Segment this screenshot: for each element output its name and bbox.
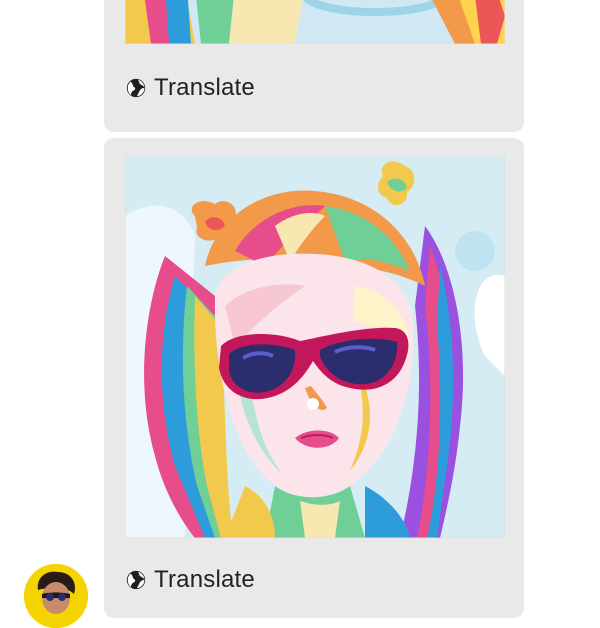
avatar-image (24, 564, 88, 628)
message-bubble: Translate (104, 138, 524, 618)
translate-link[interactable]: Translate (125, 74, 255, 102)
message-image-art (125, 156, 505, 538)
translate-label: Translate (154, 566, 255, 593)
translate-link[interactable]: Translate (125, 566, 255, 594)
message-bubble: Translate (104, 0, 524, 132)
message-image[interactable] (125, 156, 505, 538)
globe-icon (126, 78, 146, 98)
globe-icon (126, 570, 146, 590)
message-image[interactable] (125, 0, 505, 44)
translate-label: Translate (154, 74, 255, 101)
message-image-art (125, 0, 505, 44)
avatar[interactable] (24, 564, 88, 628)
